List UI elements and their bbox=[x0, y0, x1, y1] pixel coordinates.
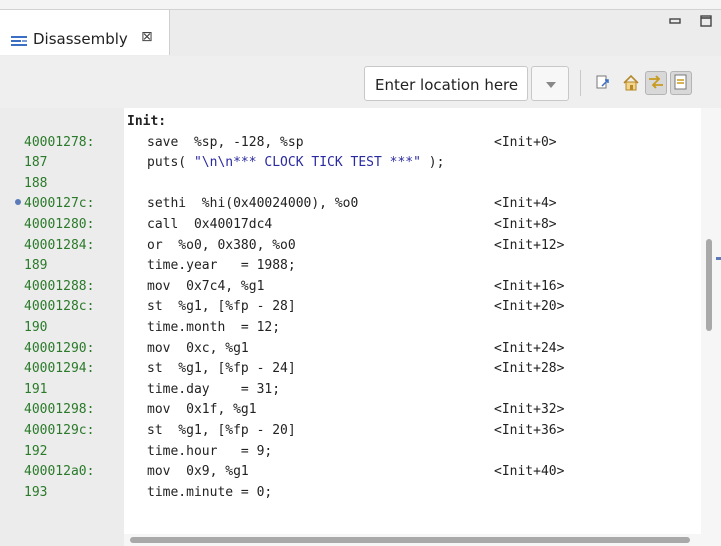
disassembly-row[interactable]: Init: bbox=[0, 112, 721, 132]
row-address: 400012a0: bbox=[24, 464, 95, 480]
chevron-down-icon bbox=[546, 82, 556, 88]
disassembly-row[interactable]: 40001294: st %g1, [%fp - 24] <Init+28> bbox=[0, 359, 721, 379]
row-address: 190 bbox=[24, 320, 48, 335]
row-code: save %sp, -128, %sp bbox=[147, 134, 304, 150]
go-to-address-icon[interactable] bbox=[592, 72, 614, 94]
disassembly-row[interactable]: 191 time.day = 31; bbox=[0, 380, 721, 400]
tab-title: Disassembly bbox=[33, 30, 128, 48]
row-address: 40001278: bbox=[24, 134, 95, 150]
overview-ruler-marker bbox=[716, 257, 721, 260]
row-code: time.hour = 9; bbox=[147, 443, 273, 459]
row-address: 40001290: bbox=[24, 340, 95, 356]
row-code: mov 0x1f, %g1 bbox=[147, 402, 257, 418]
row-code: st %g1, [%fp - 20] bbox=[147, 423, 296, 438]
row-address: 4000127c: bbox=[24, 196, 95, 212]
row-address: 40001294: bbox=[24, 361, 95, 377]
disassembly-row[interactable]: 40001278: save %sp, -128, %sp <Init+0> bbox=[0, 133, 721, 153]
row-code: puts( "\n\n*** CLOCK TICK TEST ***" ); bbox=[147, 155, 445, 171]
function-label: Init: bbox=[127, 114, 167, 129]
row-address: 193 bbox=[24, 484, 48, 500]
row-code: st %g1, [%fp - 24] bbox=[147, 361, 296, 377]
close-icon[interactable]: ⊠ bbox=[141, 29, 153, 45]
row-code: st %g1, [%fp - 28] bbox=[147, 299, 296, 315]
home-icon[interactable] bbox=[620, 72, 642, 94]
row-offset: <Init+28> bbox=[494, 361, 565, 377]
row-offset: <Init+36> bbox=[494, 423, 565, 438]
row-address: 189 bbox=[24, 258, 48, 274]
row-offset: <Init+12> bbox=[494, 237, 565, 253]
disassembly-row[interactable]: 190 time.month = 12; bbox=[0, 318, 721, 338]
row-offset: <Init+4> bbox=[494, 196, 557, 212]
link-with-debug-icon[interactable] bbox=[645, 71, 667, 95]
disassembly-row[interactable]: 40001284: or %o0, 0x380, %o0 <Init+12> bbox=[0, 236, 721, 256]
row-code: time.month = 12; bbox=[147, 320, 281, 335]
disassembly-row[interactable]: 192 time.hour = 9; bbox=[0, 442, 721, 462]
maximize-icon[interactable] bbox=[699, 14, 713, 32]
disassembly-editor[interactable]: Init: 40001278: save %sp, -128, %sp <Init+0… bbox=[0, 108, 721, 546]
disassembly-row[interactable]: 40001288: mov 0x7c4, %g1 <Init+16> bbox=[0, 277, 721, 297]
row-address: 40001288: bbox=[24, 278, 95, 294]
row-address: 4000128c: bbox=[24, 299, 95, 315]
row-address: 187 bbox=[24, 155, 48, 171]
toolbar-separator bbox=[580, 70, 581, 96]
minimize-icon[interactable] bbox=[668, 14, 682, 32]
show-source-icon[interactable] bbox=[670, 71, 692, 95]
row-code: mov 0x7c4, %g1 bbox=[147, 278, 265, 294]
row-code: time.day = 31; bbox=[147, 381, 281, 397]
row-offset: <Init+0> bbox=[494, 134, 557, 150]
location-input[interactable]: Enter location here bbox=[364, 66, 528, 101]
disassembly-row[interactable]: 40001298: mov 0x1f, %g1 <Init+32> bbox=[0, 400, 721, 420]
row-address: 40001280: bbox=[24, 217, 95, 232]
row-offset: <Init+16> bbox=[494, 278, 565, 294]
row-address: 40001298: bbox=[24, 402, 95, 418]
tab-disassembly[interactable]: Disassembly ⊠ bbox=[0, 10, 170, 55]
row-address: 191 bbox=[24, 381, 48, 397]
title-bar-strip bbox=[0, 0, 721, 10]
row-address: 40001284: bbox=[24, 237, 95, 253]
row-code: mov 0xc, %g1 bbox=[147, 340, 249, 356]
disassembly-icon bbox=[11, 33, 27, 46]
row-offset: <Init+24> bbox=[494, 340, 565, 356]
row-code: mov 0x9, %g1 bbox=[147, 464, 249, 480]
disassembly-row[interactable]: 189 time.year = 1988; bbox=[0, 256, 721, 276]
row-address: 4000129c: bbox=[24, 423, 95, 438]
disassembly-row[interactable]: 193 time.minute = 0; bbox=[0, 483, 721, 503]
vertical-scrollbar-thumb[interactable] bbox=[706, 239, 712, 331]
string-literal: "\n\n*** CLOCK TICK TEST ***" bbox=[193, 155, 421, 171]
row-code: sethi %hi(0x40024000), %o0 bbox=[147, 196, 359, 212]
horizontal-scrollbar-thumb[interactable] bbox=[130, 537, 690, 543]
row-code: call 0x40017dc4 bbox=[147, 217, 273, 232]
row-address: 192 bbox=[24, 443, 48, 459]
disassembly-row[interactable]: 187 puts( "\n\n*** CLOCK TICK TEST ***" )… bbox=[0, 153, 721, 173]
disassembly-row[interactable]: 188 bbox=[0, 174, 721, 194]
disassembly-row[interactable]: 40001280: call 0x40017dc4 <Init+8> bbox=[0, 215, 721, 235]
row-offset: <Init+32> bbox=[494, 402, 565, 418]
disassembly-row[interactable]: 40001290: mov 0xc, %g1 <Init+24> bbox=[0, 339, 721, 359]
disassembly-row[interactable]: 400012a0: mov 0x9, %g1 <Init+40> bbox=[0, 462, 721, 482]
disassembly-row[interactable]: 4000127c: sethi %hi(0x40024000), %o0 <Init… bbox=[0, 194, 721, 214]
row-code: or %o0, 0x380, %o0 bbox=[147, 237, 296, 253]
row-offset: <Init+40> bbox=[494, 464, 565, 480]
row-code: time.minute = 0; bbox=[147, 484, 273, 500]
disassembly-row[interactable]: 4000129c: st %g1, [%fp - 20] <Init+36> bbox=[0, 421, 721, 441]
row-address: 188 bbox=[24, 175, 48, 191]
location-dropdown-button[interactable] bbox=[531, 66, 569, 101]
row-offset: <Init+8> bbox=[494, 217, 557, 232]
row-code: time.year = 1988; bbox=[147, 258, 296, 274]
disassembly-row[interactable]: 4000128c: st %g1, [%fp - 28] <Init+20> bbox=[0, 297, 721, 317]
breakpoint-marker-icon[interactable] bbox=[15, 199, 21, 206]
row-offset: <Init+20> bbox=[494, 299, 565, 315]
